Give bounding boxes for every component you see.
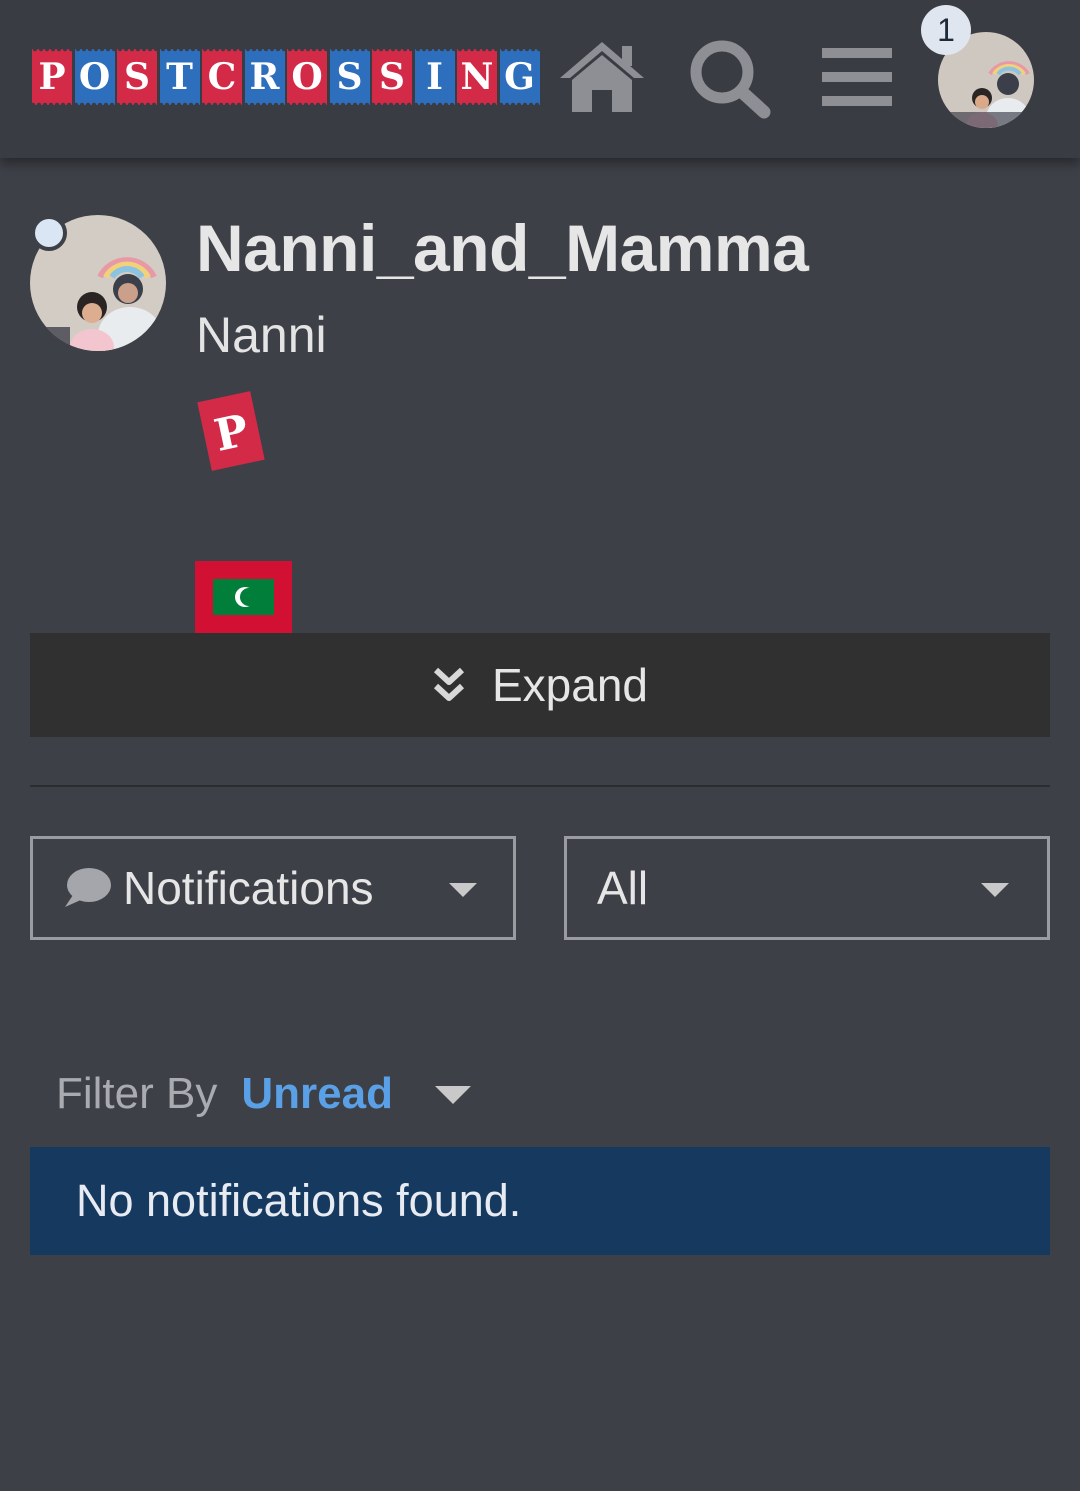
filter-by-label: Filter By [56,1069,218,1118]
profile-username: Nanni_and_Mamma [196,211,809,285]
chevron-down-icon [449,883,477,897]
search-icon[interactable] [688,38,772,125]
notification-type-select[interactable]: Notifications [30,836,516,940]
notification-scope-select[interactable]: All [564,836,1050,940]
profile-real-name: Nanni [196,307,327,363]
logo-letter-tile: S [117,49,157,105]
notification-scope-value: All [597,862,649,914]
empty-state-message: No notifications found. [30,1147,1050,1255]
filter-by-dropdown[interactable]: Unread [241,1069,393,1119]
chevron-down-icon[interactable] [434,1084,471,1104]
chevron-down-icon [981,883,1009,897]
menu-icon[interactable] [822,38,892,119]
online-status-indicator [31,215,67,251]
filter-by-row: Filter By Unread [56,1064,471,1124]
logo-letter-tile: T [159,49,200,105]
empty-state-text: No notifications found. [76,1175,522,1226]
expand-button[interactable]: Expand [30,633,1050,737]
double-chevron-down-icon [433,667,465,701]
logo-letter-tile: C [202,49,242,105]
expand-label: Expand [491,659,648,711]
logo-letter-tile: S [329,49,370,105]
notification-type-value: Notifications [123,862,374,914]
logo-letter-tile: N [457,49,497,105]
postcrossing-logo[interactable]: POSTCROSSING [32,47,542,107]
logo-letter-tile: I [414,49,455,105]
logo-letter-tile: O [74,49,115,105]
logo-letter-tile: G [499,49,540,105]
section-divider [30,785,1050,787]
postcrossing-p-badge: P [196,390,266,477]
home-icon[interactable] [556,38,648,119]
speech-bubble-icon [65,868,111,907]
maldives-flag-icon [195,561,292,638]
logo-letter-tile: S [372,49,412,105]
notification-count-badge[interactable]: 1 [921,5,971,55]
top-navigation-bar: POSTCROSSING 1 [0,0,1080,158]
logo-letter-tile: P [32,49,72,105]
logo-letter-tile: R [244,49,285,105]
logo-letter-tile: O [287,49,327,105]
